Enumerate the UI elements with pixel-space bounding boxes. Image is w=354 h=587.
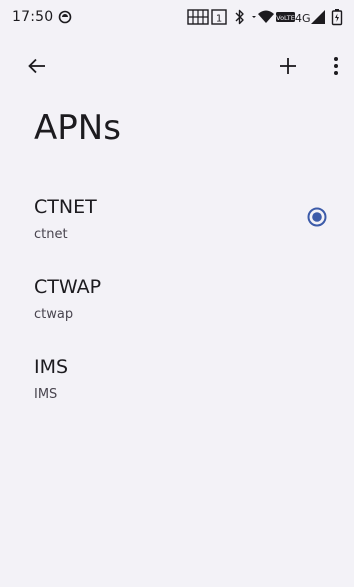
more-vert-icon	[334, 57, 338, 75]
apn-value: ctnet	[34, 227, 68, 242]
signal-4g-icon: 4G	[295, 10, 325, 25]
add-apn-button[interactable]	[268, 46, 308, 86]
back-button[interactable]	[17, 46, 57, 86]
apn-value: ctwap	[34, 307, 74, 322]
apn-item-ctnet[interactable]: CTNET ctnet	[0, 186, 354, 266]
sim-card-icon	[187, 9, 209, 25]
apn-item-ctwap[interactable]: CTWAP ctwap	[0, 266, 354, 346]
status-time: 17:50	[12, 9, 54, 25]
svg-text:VoLTE: VoLTE	[276, 14, 295, 22]
volte-icon: VoLTE	[276, 12, 295, 22]
page-title: APNs	[34, 108, 121, 148]
radio-selected-icon[interactable]	[307, 207, 327, 227]
app-bar	[0, 40, 354, 94]
more-options-button[interactable]	[316, 46, 354, 86]
apn-name: CTNET	[34, 196, 97, 218]
add-icon	[280, 58, 296, 74]
apn-item-ims[interactable]: IMS IMS	[0, 346, 354, 426]
apn-name: IMS	[34, 356, 69, 378]
apn-value: IMS	[34, 387, 58, 402]
network-label: 4G	[295, 12, 311, 25]
apn-list: CTNET ctnet CTWAP ctwap IMS IMS	[0, 186, 354, 426]
status-bar: 17:50 1 VoLTE 4G	[0, 0, 354, 34]
apn-name: CTWAP	[34, 276, 102, 298]
wifi-icon	[252, 10, 274, 23]
sim-slot-1-icon: 1	[211, 9, 227, 25]
bluetooth-icon	[235, 9, 244, 25]
arrow-back-icon	[28, 58, 45, 74]
svg-text:1: 1	[216, 14, 222, 25]
battery-icon	[331, 9, 343, 26]
sync-icon	[58, 10, 72, 24]
